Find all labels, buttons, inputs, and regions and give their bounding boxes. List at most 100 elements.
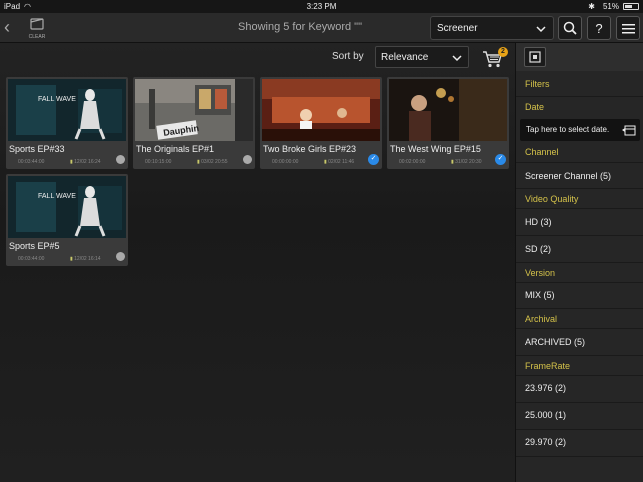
filter-option-framerate-29970[interactable]: 29.970 (2) [516,430,643,457]
pin-icon: ▮ [197,159,200,165]
card-duration: 00:03:44:00 [18,159,45,165]
framerate-header-label: FrameRate [525,361,571,371]
media-thumbnail: Dauphin [135,79,253,141]
video-quality-header: Video Quality [516,189,643,209]
filter-option-mix[interactable]: MIX (5) [516,283,643,309]
card-title: Two Broke Girls EP#23 [263,144,357,154]
chevron-down-icon [535,22,547,40]
clock: 3:23 PM [306,2,337,11]
archival-header: Archival [516,309,643,329]
logo-label: CLEAR [28,34,46,40]
card-date: ▮ 31/02 20:30 [451,159,482,165]
sort-dropdown[interactable]: Relevance [375,46,469,68]
card-duration: 00:00:00:00 [272,159,299,165]
filter-option-label: ARCHIVED (5) [525,337,586,347]
video-quality-header-label: Video Quality [525,194,579,204]
filters-heading-label: Filters [525,79,550,89]
card-date-value: 12/02 16:24 [74,159,101,165]
results-area: Sort by Relevance 2 FALL WAVE Sports EP#… [0,43,515,482]
card-date-value: 02/02 11:46 [328,159,355,165]
select-toggle[interactable] [243,155,252,164]
version-header: Version [516,263,643,283]
framerate-header: FrameRate [516,356,643,376]
media-card[interactable]: FALL WAVE Sports EP#5 00:03:44:00 ▮ 12/0… [6,174,128,266]
sort-label: Sort by [332,51,364,62]
archival-header-label: Archival [525,314,558,324]
media-card[interactable]: The West Wing EP#15 00:02:00:00 ▮ 31/02 … [387,77,509,169]
card-date: ▮ 12/02 16:14 [70,256,101,262]
card-date: ▮ 12/02 16:24 [70,159,101,165]
filter-option-label: SD (2) [525,244,552,254]
screener-dropdown[interactable]: Screener [430,16,554,40]
media-card[interactable]: Two Broke Girls EP#23 00:00:00:00 ▮ 02/0… [260,77,382,169]
back-chevron-icon[interactable]: ‹ [4,18,18,38]
filters-heading: Filters [516,71,643,97]
check-icon: ✓ [497,155,504,162]
help-icon: ? [595,20,603,36]
filter-panel: Filters Date Tap here to select date. Ch… [515,43,643,482]
menu-button[interactable] [616,16,640,40]
card-duration: 00:10:15:00 [145,159,172,165]
media-thumbnail: FALL WAVE [8,79,126,141]
media-card[interactable]: Dauphin The Originals EP#1 00:10:15:00 ▮… [133,77,255,169]
card-date: ▮ 03/02 20:55 [197,159,228,165]
filter-option-framerate-23976[interactable]: 23.976 (2) [516,376,643,403]
media-thumbnail [262,79,380,141]
channel-header-label: Channel [525,147,559,157]
filter-option-label: 29.970 (2) [525,437,567,447]
help-button[interactable]: ? [587,16,611,40]
filter-option-label: MIX (5) [525,290,555,300]
clear-logo: CLEAR [26,16,48,40]
check-icon: ✓ [370,155,377,162]
pin-icon: ▮ [70,159,73,165]
date-placeholder: Tap here to select date. [526,125,610,134]
select-toggle[interactable]: ✓ [368,154,379,165]
card-title: Sports EP#33 [9,144,65,154]
filter-option-framerate-25000[interactable]: 25.000 (1) [516,403,643,430]
select-toggle[interactable] [116,252,125,261]
version-header-label: Version [525,268,556,278]
filter-option-label: HD (3) [525,217,552,227]
page-title: Showing 5 for Keyword "" [238,21,362,33]
calendar-icon [622,123,636,141]
filter-panel-top [516,43,643,71]
screener-value: Screener [437,23,478,34]
pin-icon: ▮ [451,159,454,165]
cart-count-badge: 2 [498,47,508,57]
search-button[interactable] [558,16,582,40]
card-date-value: 03/02 20:55 [201,159,228,165]
pin-icon: ▮ [70,256,73,262]
chevron-down-icon [451,51,463,69]
battery-percent: 51% [602,2,619,11]
select-toggle[interactable]: ✓ [495,154,506,165]
date-picker-field[interactable]: Tap here to select date. [520,119,640,141]
cart-button[interactable]: 2 [482,47,508,69]
filter-toggle-button[interactable] [524,47,546,67]
filter-option-hd[interactable]: HD (3) [516,209,643,236]
filter-icon [529,51,541,63]
card-date-value: 12/02 16:14 [74,256,101,262]
filter-option-label: 25.000 (1) [525,410,567,420]
filter-option-archived[interactable]: ARCHIVED (5) [516,329,643,356]
hamburger-menu-icon [621,23,635,33]
channel-header: Channel [516,141,643,163]
status-bar: iPad ◠ 3:23 PM ✱ 51% [0,0,643,13]
card-duration: 00:02:00:00 [399,159,426,165]
card-title: The Originals EP#1 [136,144,215,154]
bluetooth-icon: ✱ [588,2,595,11]
battery-icon [623,3,639,10]
media-card[interactable]: FALL WAVE Sports EP#33 00:03:44:00 ▮ 12/… [6,77,128,169]
card-title: The West Wing EP#15 [390,144,481,154]
date-header-label: Date [525,102,545,112]
filter-option-channel[interactable]: Screener Channel (5) [516,163,643,189]
thumbnail-graffiti-text: FALL WAVE [38,96,76,103]
sort-bar: Sort by Relevance 2 [0,43,515,71]
card-duration: 00:03:44:00 [18,256,45,262]
filter-option-sd[interactable]: SD (2) [516,236,643,263]
top-header: ‹ CLEAR Showing 5 for Keyword "" Screene… [0,13,643,43]
media-thumbnail [389,79,507,141]
select-toggle[interactable] [116,155,125,164]
sort-value: Relevance [381,52,429,63]
pin-icon: ▮ [324,159,327,165]
card-title: Sports EP#5 [9,241,60,251]
